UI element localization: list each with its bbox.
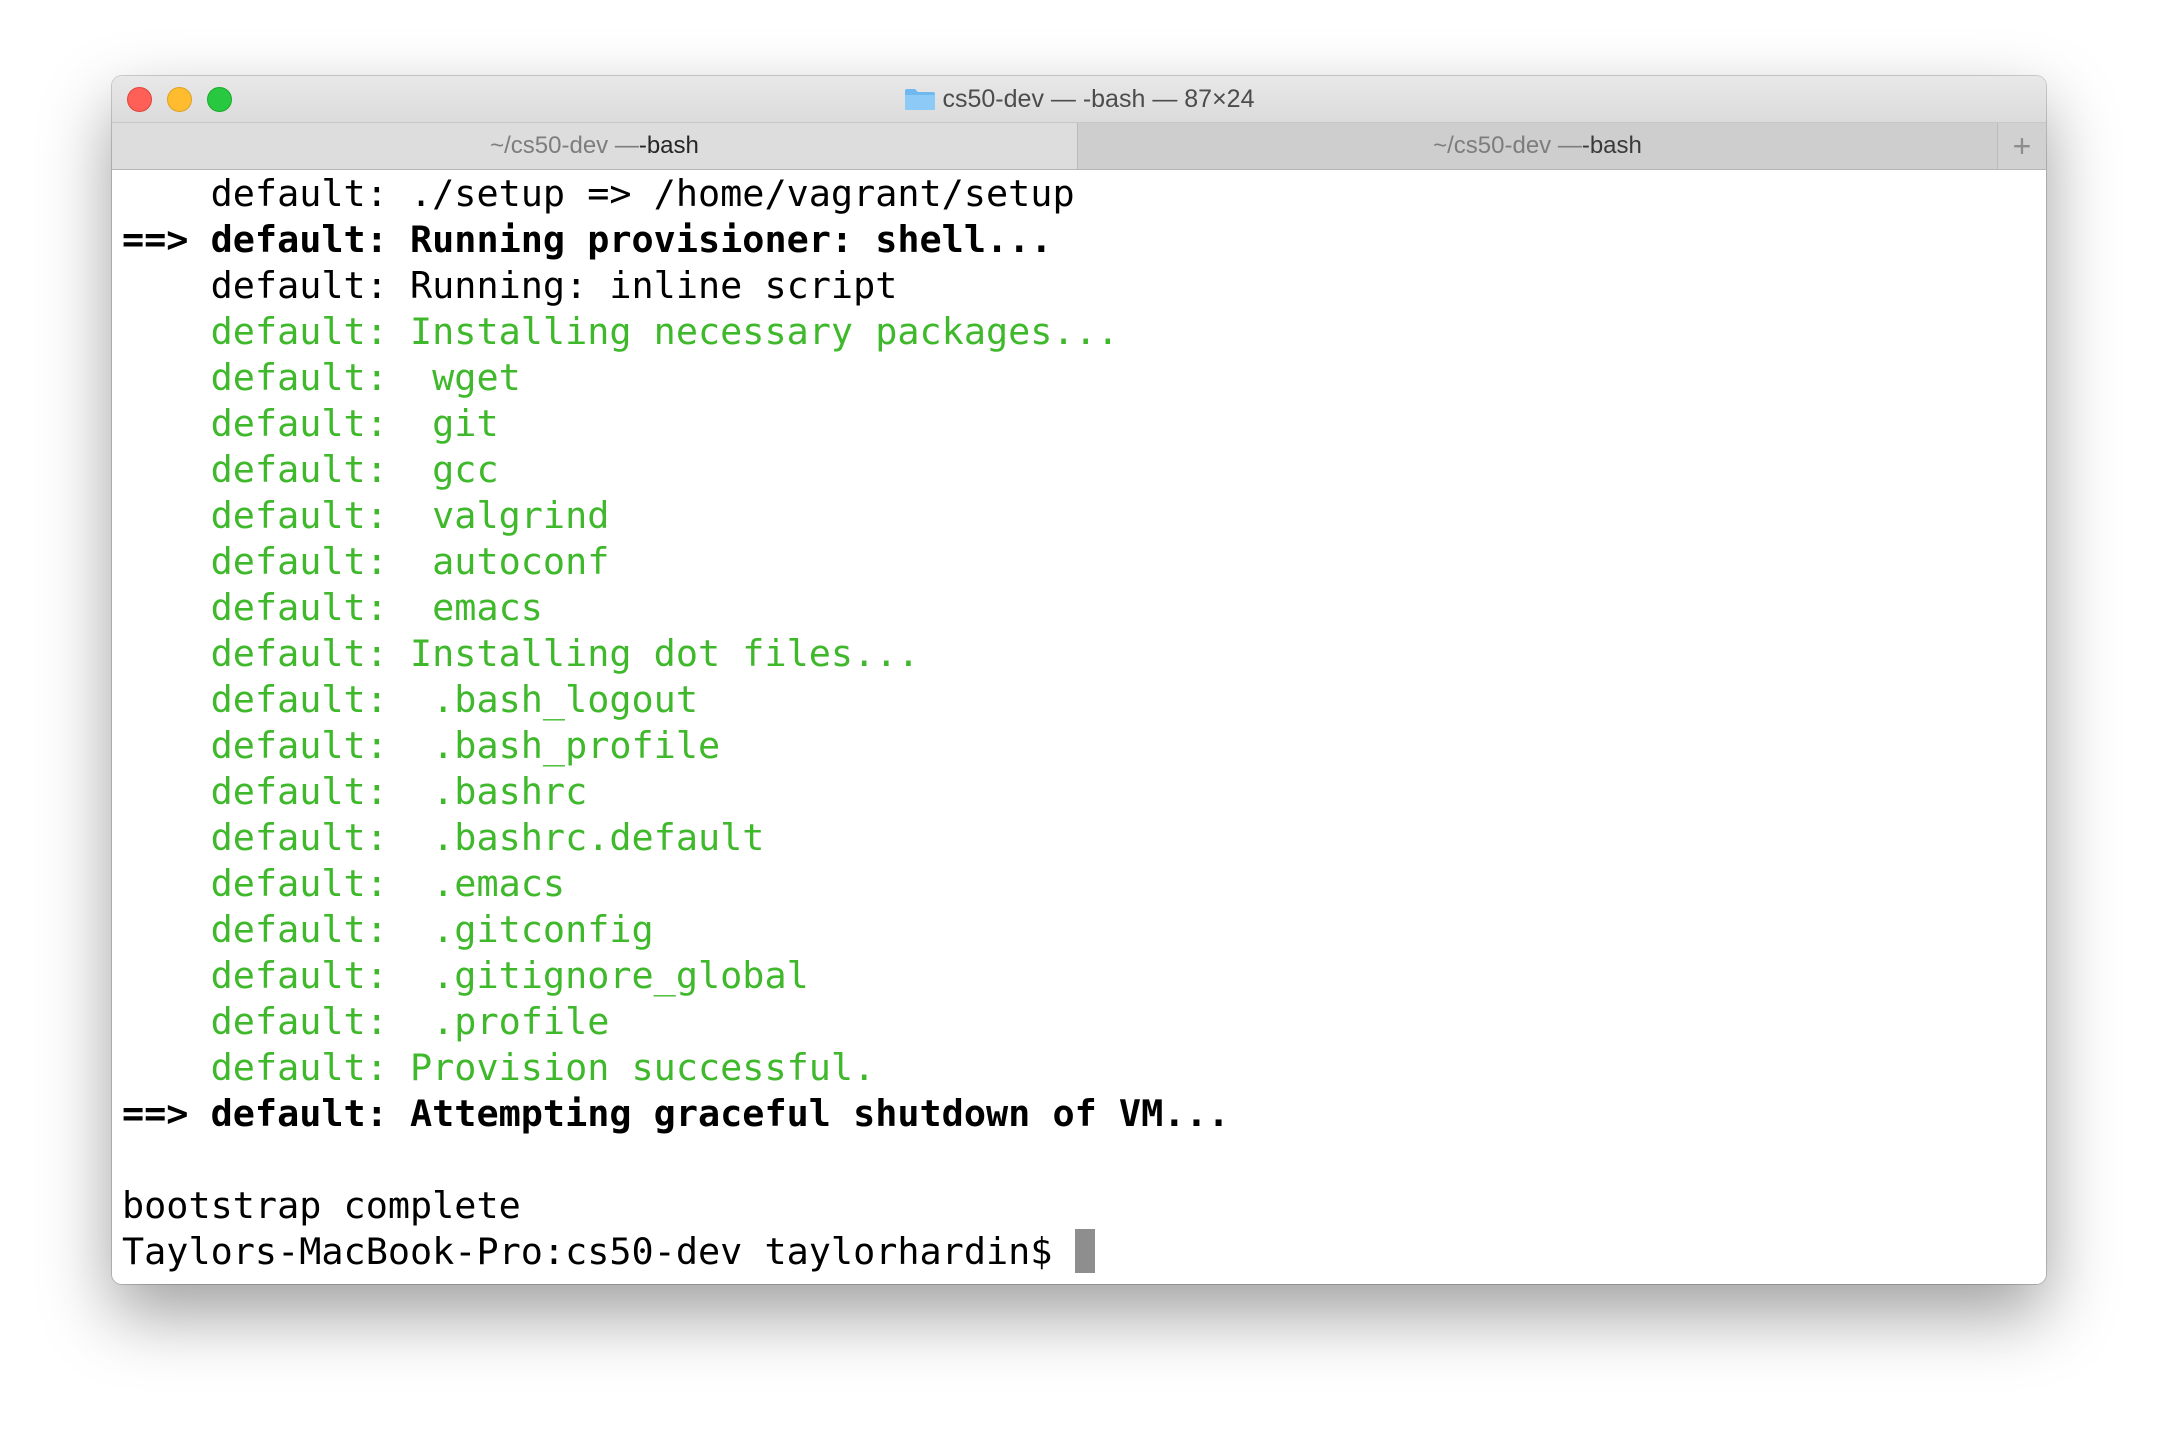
terminal-line: default: gcc: [122, 448, 499, 491]
terminal-line: default: .bash_profile: [122, 724, 721, 767]
text-cursor: [1074, 1228, 1095, 1273]
terminal-line: default: .gitconfig: [122, 908, 654, 951]
terminal-line: ==> default: Running provisioner: shell.…: [122, 218, 1053, 261]
tab-path: ~/cs50-dev —: [1433, 132, 1582, 159]
terminal-line: default: ./setup => /home/vagrant/setup: [122, 172, 1075, 215]
tab-process: -bash: [638, 132, 699, 159]
tab-bash-1[interactable]: ~/cs50-dev — -bash: [112, 123, 1078, 169]
terminal-line: default: autoconf: [122, 540, 610, 583]
tab-process: -bash: [1581, 132, 1642, 159]
terminal-line: default: emacs: [122, 586, 543, 629]
terminal-line: default: .gitignore_global: [122, 954, 809, 997]
terminal-line: default: .bashrc: [122, 770, 588, 813]
terminal-output[interactable]: default: ./setup => /home/vagrant/setup …: [112, 171, 2046, 1284]
terminal-line: default: .emacs: [122, 862, 566, 905]
terminal-line: default: Provision successful.: [122, 1046, 876, 1089]
terminal-line: default: .bash_logout: [122, 678, 698, 721]
tab-path: ~/cs50-dev —: [490, 132, 639, 159]
plus-icon: +: [2012, 127, 2032, 164]
terminal-line: default: wget: [122, 356, 521, 399]
terminal-line: default: .profile: [122, 1000, 610, 1043]
terminal-line: ==> default: Attempting graceful shutdow…: [122, 1092, 1230, 1135]
prompt-line[interactable]: Taylors-MacBook-Pro:cs50-dev taylorhardi…: [122, 1228, 2046, 1275]
terminal-line: default: .bashrc.default: [122, 816, 765, 859]
terminal-line: default: git: [122, 402, 499, 445]
folder-icon: [904, 87, 936, 111]
tab-bash-2[interactable]: ~/cs50-dev — -bash: [1078, 123, 1998, 169]
window-title-text: cs50-dev — -bash — 87×24: [942, 84, 1255, 113]
window-title: cs50-dev — -bash — 87×24: [112, 76, 2046, 122]
terminal-line: bootstrap complete: [122, 1184, 521, 1227]
terminal-line: default: Running: inline script: [122, 264, 898, 307]
terminal-line: default: valgrind: [122, 494, 610, 537]
new-tab-button[interactable]: +: [1998, 123, 2046, 169]
title-bar[interactable]: cs50-dev — -bash — 87×24: [112, 76, 2046, 123]
terminal-window: cs50-dev — -bash — 87×24 ~/cs50-dev — -b…: [112, 76, 2046, 1284]
tab-bar: ~/cs50-dev — -bash ~/cs50-dev — -bash +: [112, 123, 2046, 170]
terminal-line: default: Installing necessary packages..…: [122, 310, 1119, 353]
terminal-line: default: Installing dot files...: [122, 632, 920, 675]
shell-prompt: Taylors-MacBook-Pro:cs50-dev taylorhardi…: [122, 1230, 1075, 1273]
